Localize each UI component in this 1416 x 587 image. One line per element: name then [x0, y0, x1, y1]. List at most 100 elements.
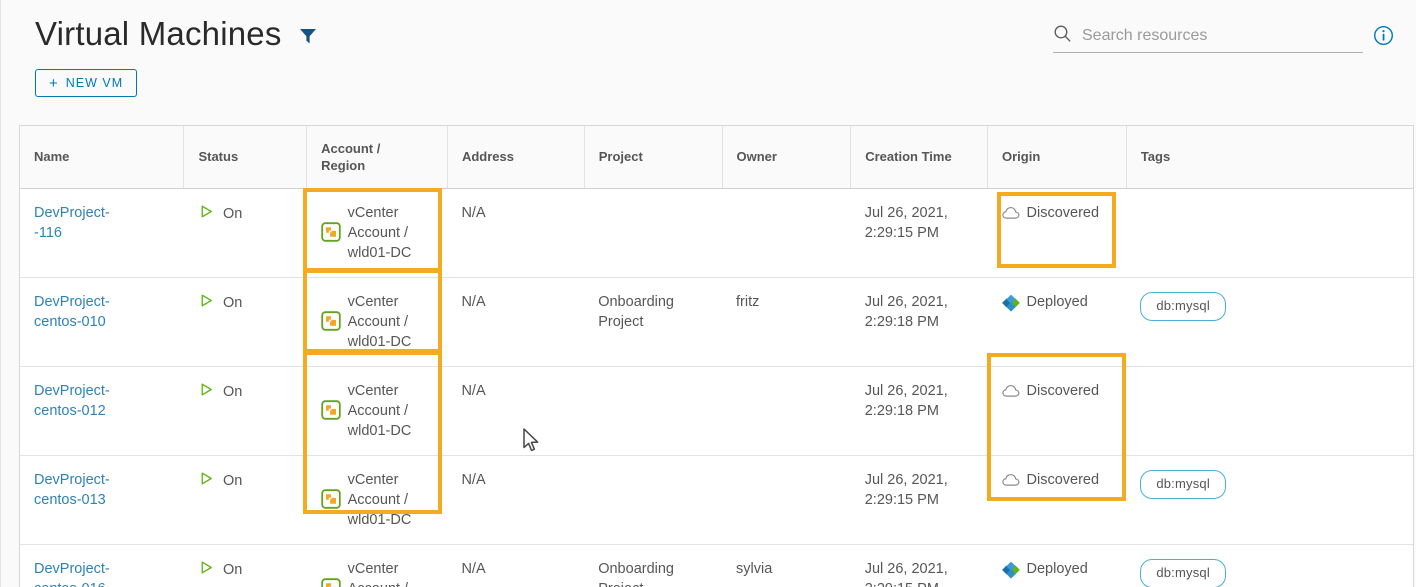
- project-line1: Onboarding: [598, 293, 674, 310]
- table-row[interactable]: DevProject-centos-016OnvCenterAccount /w…: [20, 544, 1413, 587]
- vm-name-link[interactable]: DevProject-centos-010: [34, 292, 110, 332]
- new-vm-button[interactable]: + NEW VM: [35, 69, 138, 97]
- vm-name-line1: DevProject-: [34, 471, 110, 488]
- origin-label: Discovered: [1026, 382, 1100, 399]
- column-header-name[interactable]: Name: [20, 126, 185, 189]
- account-region-value: vCenter Account / wld01-DC: [320, 203, 438, 263]
- vm-name-link[interactable]: DevProject-centos-013: [34, 470, 110, 510]
- tag-pill[interactable]: db:mysql: [1140, 469, 1226, 499]
- column-header-account-line1: Account /: [321, 140, 381, 156]
- cell-origin: Deployed: [987, 277, 1127, 367]
- cloud-account-icon: [320, 577, 341, 587]
- cell-name: DevProject- -116: [20, 188, 184, 278]
- plus-icon: +: [49, 74, 59, 92]
- filter-icon[interactable]: [296, 23, 320, 52]
- cell-origin: Deployed: [987, 544, 1127, 587]
- column-header-project[interactable]: Project: [584, 126, 723, 189]
- cell-project: Onboarding Project: [584, 544, 722, 587]
- account-line3: wld01-DC: [347, 511, 412, 528]
- cloud-account-icon: [320, 488, 341, 515]
- cell-name: DevProject-centos-013: [20, 455, 184, 545]
- cell-creation-time: Jul 26, 2021, 2:29:15 PM: [850, 544, 988, 587]
- column-header-status[interactable]: Status: [183, 126, 308, 189]
- cloud-outline-icon: [1001, 473, 1020, 493]
- column-header-owner[interactable]: Owner: [722, 126, 852, 189]
- status-badge: On: [198, 292, 297, 315]
- status-label: On: [222, 295, 243, 311]
- cell-project: Onboarding Project: [584, 277, 722, 367]
- page-header: Virtual Machines + NEW VM: [1, 0, 1416, 118]
- origin-label: Discovered: [1026, 471, 1100, 488]
- account-line3: wld01-DC: [347, 422, 412, 439]
- status-badge: On: [198, 559, 297, 582]
- account-line2: Account /: [347, 491, 409, 508]
- cell-owner: [722, 455, 851, 545]
- table-header-row: Name Status Account / Region Address Pro…: [20, 126, 1413, 189]
- table-row[interactable]: DevProject- -116 On vCenter Account / wld01-D…: [20, 188, 1413, 278]
- search-input[interactable]: [1082, 27, 1363, 45]
- account-line2: Account /: [347, 402, 409, 419]
- origin-value: Deployed: [1001, 292, 1117, 318]
- project-line1: Onboarding: [598, 560, 674, 577]
- table-row[interactable]: DevProject-centos-012 On vCenter Account / w…: [20, 366, 1413, 456]
- column-header-account-line2: Region: [321, 157, 366, 173]
- cell-status: On: [183, 188, 307, 278]
- column-header-address[interactable]: Address: [447, 126, 585, 189]
- creation-time-line1: Jul 26, 2021,: [864, 382, 948, 399]
- cell-account-region: vCenter Account / wld01-DC: [306, 188, 448, 278]
- vm-name-link[interactable]: DevProject- -116: [34, 203, 110, 243]
- status-label: On: [222, 562, 243, 578]
- cell-tags: db:mysql: [1126, 277, 1413, 367]
- status-label: On: [222, 206, 243, 222]
- account-line3: wld01-DC: [347, 333, 412, 350]
- table-row[interactable]: DevProject-centos-013 On vCenter Account / w…: [20, 455, 1413, 545]
- cell-creation-time: Jul 26, 2021, 2:29:18 PM: [850, 277, 988, 367]
- tag-pill[interactable]: db:mysql: [1140, 291, 1226, 321]
- status-badge: On: [198, 203, 297, 226]
- cell-address: N/A: [447, 366, 585, 456]
- account-region-value: vCenter Account / wld01-DC: [320, 381, 438, 441]
- power-on-play-icon: [198, 381, 215, 404]
- cell-name: DevProject-centos-016: [20, 544, 184, 587]
- search-icon: [1053, 24, 1072, 48]
- status-badge: On: [198, 381, 297, 404]
- info-circle-icon[interactable]: [1373, 25, 1394, 51]
- table-row[interactable]: DevProject-centos-010 On vCenter Account / w…: [20, 277, 1413, 367]
- origin-value: Deployed: [1001, 559, 1117, 585]
- cell-address: N/A: [447, 277, 585, 367]
- column-header-origin[interactable]: Origin: [987, 126, 1127, 189]
- search-box[interactable]: [1053, 24, 1363, 53]
- account-line2: Account /: [347, 224, 409, 241]
- vm-name-link[interactable]: DevProject-centos-016: [34, 559, 110, 587]
- status-label: On: [222, 384, 243, 400]
- account-line1: vCenter: [347, 382, 399, 399]
- column-header-creation-time[interactable]: Creation Time: [850, 126, 989, 189]
- cell-name: DevProject-centos-012: [20, 366, 184, 456]
- power-on-play-icon: [198, 292, 215, 315]
- creation-time-line2: 2:29:15 PM: [864, 224, 939, 241]
- vm-name-link[interactable]: DevProject-centos-012: [34, 381, 110, 421]
- column-header-account-region[interactable]: Account / Region: [306, 126, 448, 189]
- cell-tags: [1126, 366, 1413, 456]
- account-line1: vCenter: [347, 471, 399, 488]
- cell-creation-time: Jul 26, 2021, 2:29:15 PM: [850, 188, 988, 278]
- account-line3: wld01-DC: [347, 244, 412, 261]
- table-body: DevProject- -116 On vCenter Account / wld01-D…: [20, 188, 1413, 587]
- cell-status: On: [183, 277, 307, 367]
- vm-name-line1: DevProject-: [34, 293, 110, 310]
- cell-owner: sylvia: [722, 544, 851, 587]
- vm-name-line1: DevProject-: [34, 204, 110, 221]
- vm-name-line2: centos-012: [34, 402, 106, 419]
- origin-label: Deployed: [1026, 560, 1088, 577]
- cell-origin: Discovered: [987, 455, 1127, 545]
- virtual-machines-page: Virtual Machines + NEW VM Search resourc…: [0, 0, 1416, 587]
- vm-name-line1: DevProject-: [34, 560, 110, 577]
- vm-name-line2: centos-013: [34, 491, 106, 508]
- tag-pill[interactable]: db:mysql: [1140, 558, 1226, 587]
- creation-time-line1: Jul 26, 2021,: [864, 471, 948, 488]
- vm-name-line2: centos-016: [34, 581, 106, 587]
- column-header-tags[interactable]: Tags: [1126, 126, 1413, 189]
- cloud-account-icon: [320, 221, 341, 248]
- cell-address: N/A: [447, 188, 585, 278]
- account-region-value: vCenter Account / wld01-DC: [320, 470, 438, 530]
